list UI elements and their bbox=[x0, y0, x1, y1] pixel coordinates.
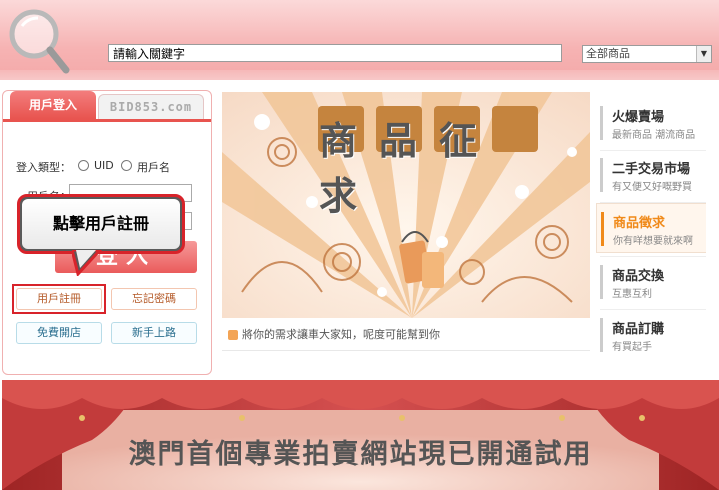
menu-item-subtitle: 互惠互利 bbox=[612, 289, 652, 300]
menu-item-second-hand[interactable]: 二手交易市場 有又便又好嘅野買 bbox=[596, 150, 706, 200]
forgot-password-button[interactable]: 忘記密碼 bbox=[111, 288, 197, 310]
menu-item-title: 商品交換 bbox=[612, 269, 665, 284]
speech-icon bbox=[228, 330, 238, 340]
username-radio-label: 用戶名 bbox=[137, 161, 170, 174]
username-radio[interactable] bbox=[121, 160, 132, 171]
menu-item-title: 火爆賣場 bbox=[612, 110, 665, 125]
uid-radio[interactable] bbox=[78, 160, 89, 171]
chevron-down-icon[interactable]: ▼ bbox=[696, 46, 711, 62]
search-input[interactable] bbox=[108, 44, 562, 62]
divider bbox=[222, 350, 590, 351]
menu-item-subtitle: 你有咩想要就來啊 bbox=[613, 236, 693, 247]
header-bottom-strip bbox=[0, 70, 719, 80]
menu-item-title: 商品訂購 bbox=[612, 322, 665, 337]
header-bar bbox=[0, 0, 719, 80]
menu-item-title: 二手交易市場 bbox=[612, 162, 691, 177]
banner-caption: 將你的需求讓車大家知，呢度可能幫到你 bbox=[222, 324, 590, 346]
menu-bar bbox=[600, 318, 603, 352]
menu-item-subtitle: 有買起手 bbox=[612, 342, 652, 353]
menu-bar bbox=[601, 212, 604, 246]
banner-caption-text: 將你的需求讓車大家知，呢度可能幫到你 bbox=[242, 328, 440, 341]
banner-title: 商品征求 bbox=[319, 119, 500, 218]
callout-text: 點擊用戶註冊 bbox=[22, 199, 180, 249]
tab-underline bbox=[3, 119, 211, 122]
login-type-label: 登入類型： bbox=[16, 161, 71, 174]
menu-bar bbox=[600, 106, 603, 140]
tab-user-login[interactable]: 用戶登入 bbox=[10, 91, 96, 119]
register-highlight-box bbox=[12, 284, 106, 314]
category-select[interactable]: 全部商品 ▼ bbox=[582, 45, 712, 63]
menu-bar bbox=[600, 158, 603, 192]
menu-item-exchange[interactable]: 商品交換 互惠互利 bbox=[596, 257, 706, 307]
menu-item-order[interactable]: 商品訂購 有買起手 bbox=[596, 310, 706, 360]
menu-bar bbox=[600, 265, 603, 299]
menu-item-title: 商品徵求 bbox=[613, 216, 666, 231]
uid-radio-label: UID bbox=[94, 159, 114, 172]
tab-bid853[interactable]: BID853.com bbox=[98, 94, 204, 119]
menu-item-hot-market[interactable]: 火爆賣場 最新商品 潮流商品 bbox=[596, 98, 706, 148]
menu-item-product-request[interactable]: 商品徵求 你有咩想要就來啊 bbox=[596, 203, 706, 253]
menu-item-subtitle: 有又便又好嘅野買 bbox=[612, 182, 692, 193]
magnifier-logo-icon bbox=[9, 9, 70, 74]
callout-tail bbox=[72, 250, 103, 276]
promo-banner[interactable]: 商品征求 bbox=[222, 92, 590, 318]
bottom-banner-text: 澳門首個專業拍賣網站現已開通試用 bbox=[128, 439, 593, 470]
open-shop-button[interactable]: 免費開店 bbox=[16, 322, 102, 344]
category-select-value: 全部商品 bbox=[586, 47, 630, 60]
newbie-guide-button[interactable]: 新手上路 bbox=[111, 322, 197, 344]
menu-item-subtitle: 最新商品 潮流商品 bbox=[612, 130, 696, 141]
